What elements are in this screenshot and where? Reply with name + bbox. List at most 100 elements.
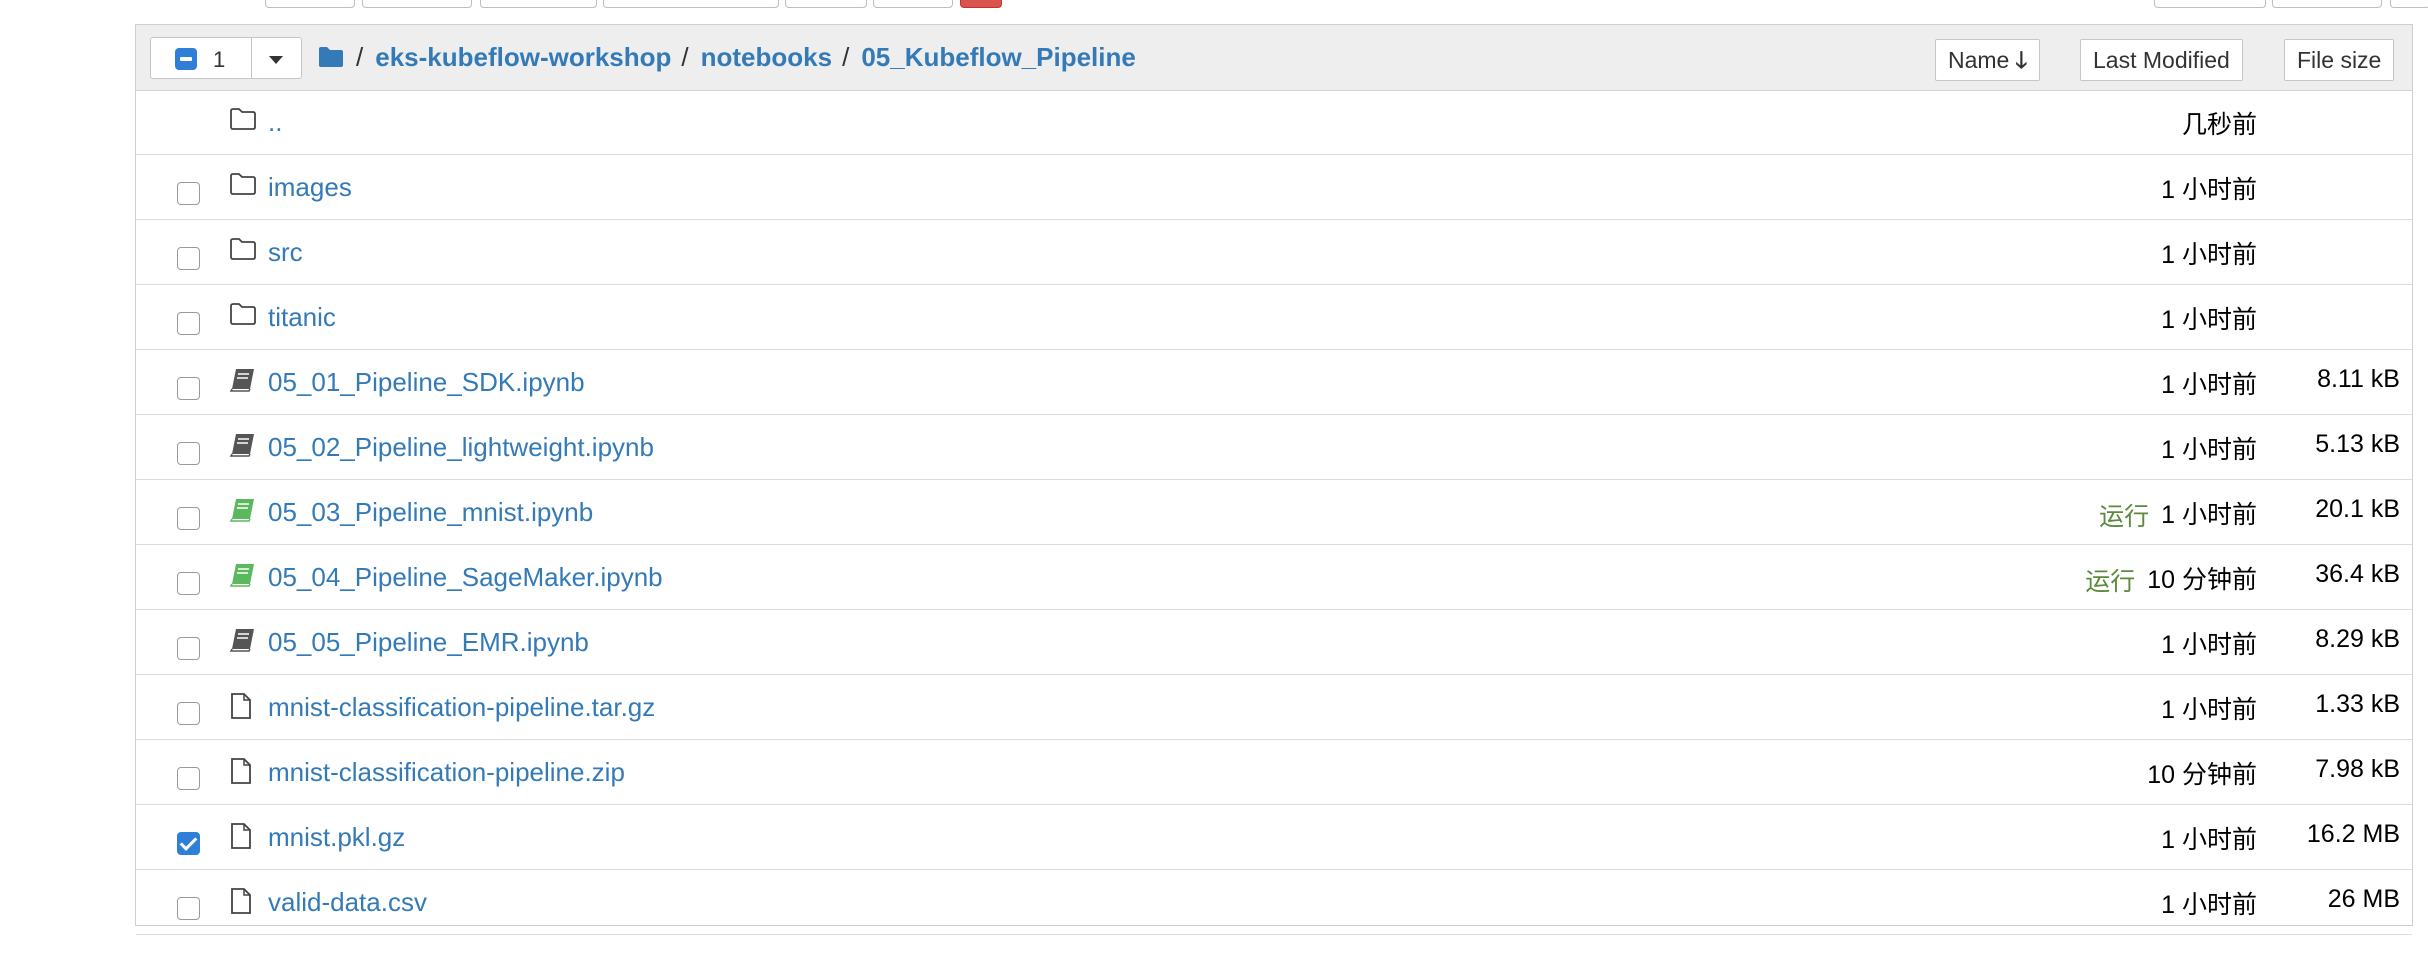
toolbar-button[interactable] [2390, 0, 2428, 8]
file-size: 36.4 kB [2315, 560, 2400, 588]
file-row[interactable]: mnist.pkl.gz 1 小时前 16.2 MB [136, 806, 2412, 870]
file-size: 20.1 kB [2315, 495, 2400, 523]
file-size: 8.29 kB [2315, 625, 2400, 653]
file-name-link[interactable]: mnist.pkl.gz [268, 822, 405, 853]
home-folder-icon[interactable] [318, 46, 344, 68]
folder-icon [229, 237, 257, 265]
file-icon [229, 822, 257, 850]
file-icon [229, 692, 257, 720]
row-checkbox[interactable] [177, 247, 200, 270]
file-name-link[interactable]: mnist-classification-pipeline.tar.gz [268, 692, 655, 723]
sort-size-label: File size [2297, 47, 2382, 73]
toolbar-button[interactable] [603, 0, 779, 8]
delete-button[interactable] [960, 0, 1002, 8]
select-all-dropdown[interactable]: 1 [150, 37, 302, 79]
notebook-icon [229, 432, 257, 460]
last-modified: 1 小时前 [2161, 631, 2257, 659]
breadcrumb: / eks-kubeflow-workshop / notebooks / 05… [318, 39, 1136, 75]
file-name-link[interactable]: .. [268, 107, 282, 138]
divider [251, 38, 252, 78]
file-name-link[interactable]: titanic [268, 302, 336, 333]
breadcrumb-link[interactable]: notebooks [701, 42, 832, 73]
toolbar-button[interactable] [2154, 0, 2266, 8]
partial-select-checkbox[interactable] [175, 48, 197, 70]
toolbar-button[interactable] [2272, 0, 2382, 8]
file-name-link[interactable]: 05_04_Pipeline_SageMaker.ipynb [268, 562, 663, 593]
last-modified: 1 小时前 [2161, 306, 2257, 334]
row-checkbox[interactable] [177, 312, 200, 335]
row-checkbox[interactable] [177, 897, 200, 920]
breadcrumb-separator: / [681, 41, 689, 72]
file-name-link[interactable]: 05_01_Pipeline_SDK.ipynb [268, 367, 585, 398]
row-checkbox[interactable] [177, 442, 200, 465]
file-icon [229, 887, 257, 915]
file-row[interactable]: mnist-classification-pipeline.zip 10 分钟前 7… [136, 741, 2412, 805]
file-size: 1.33 kB [2315, 690, 2400, 718]
last-modified: 1 小时前 [2161, 826, 2257, 854]
sort-by-modified-button[interactable]: Last Modified [2080, 39, 2243, 81]
file-name-link[interactable]: 05_02_Pipeline_lightweight.ipynb [268, 432, 654, 463]
running-status: 运行 [2099, 503, 2150, 531]
last-modified: 10 分钟前 [2147, 761, 2257, 789]
file-row[interactable]: 05_01_Pipeline_SDK.ipynb 1 小时前 8.11 kB [136, 351, 2412, 415]
row-checkbox[interactable] [177, 637, 200, 660]
file-name-link[interactable]: 05_05_Pipeline_EMR.ipynb [268, 627, 589, 658]
sort-by-size-button[interactable]: File size [2284, 39, 2395, 81]
sort-name-label: Name [1948, 47, 2010, 73]
row-checkbox[interactable] [177, 767, 200, 790]
breadcrumb-link[interactable]: eks-kubeflow-workshop [375, 42, 671, 73]
file-row[interactable]: .. 几秒前 [136, 91, 2412, 155]
file-row[interactable]: mnist-classification-pipeline.tar.gz 1 小时… [136, 676, 2412, 740]
row-checkbox[interactable] [177, 377, 200, 400]
chevron-down-icon[interactable] [269, 56, 283, 64]
file-row[interactable]: 05_03_Pipeline_mnist.ipynb 运行 1 小时前 20.1 kB [136, 481, 2412, 545]
last-modified: 10 分钟前 [2147, 566, 2257, 594]
file-name-link[interactable]: valid-data.csv [268, 887, 427, 918]
toolbar-button[interactable] [480, 0, 597, 8]
file-size: 8.11 kB [2317, 365, 2400, 393]
running-notebook-icon [229, 562, 257, 590]
last-modified: 1 小时前 [2161, 696, 2257, 724]
toolbar-button[interactable] [265, 0, 355, 8]
notebook-icon [229, 627, 257, 655]
row-checkbox[interactable] [177, 507, 200, 530]
sort-by-name-button[interactable]: Name 🡓 [1935, 39, 2041, 81]
last-modified: 1 小时前 [2161, 436, 2257, 464]
file-name-link[interactable]: mnist-classification-pipeline.zip [268, 757, 625, 788]
arrow-down-icon: 🡓 [2015, 47, 2028, 73]
last-modified: 1 小时前 [2161, 891, 2257, 919]
file-icon [229, 757, 257, 785]
folder-icon [229, 302, 257, 330]
row-checkbox[interactable] [177, 572, 200, 595]
file-name-link[interactable]: 05_03_Pipeline_mnist.ipynb [268, 497, 593, 528]
file-name-link[interactable]: src [268, 237, 303, 268]
file-size: 16.2 MB [2306, 820, 2400, 848]
last-modified: 1 小时前 [2161, 241, 2257, 269]
row-checkbox[interactable] [177, 182, 200, 205]
file-name-link[interactable]: images [268, 172, 352, 203]
file-size: 5.13 kB [2315, 430, 2400, 458]
running-status: 运行 [2085, 568, 2136, 596]
toolbar-button[interactable] [785, 0, 867, 8]
toolbar-button[interactable] [873, 0, 953, 8]
file-row[interactable]: images 1 小时前 [136, 156, 2412, 220]
last-modified: 几秒前 [2181, 111, 2257, 139]
file-row[interactable]: 05_05_Pipeline_EMR.ipynb 1 小时前 8.29 kB [136, 611, 2412, 675]
file-row[interactable]: titanic 1 小时前 [136, 286, 2412, 350]
file-row[interactable]: 05_02_Pipeline_lightweight.ipynb 1 小时前 5.1… [136, 416, 2412, 480]
file-row[interactable]: valid-data.csv 1 小时前 26 MB [136, 871, 2412, 935]
toolbar-button[interactable] [362, 0, 472, 8]
folder-icon [229, 172, 257, 200]
last-modified: 1 小时前 [2161, 176, 2257, 204]
breadcrumb-link[interactable]: 05_Kubeflow_Pipeline [861, 42, 1136, 73]
row-checkbox[interactable] [177, 702, 200, 725]
breadcrumb-separator: / [842, 41, 850, 72]
file-row[interactable]: 05_04_Pipeline_SageMaker.ipynb 运行 10 分钟前 36… [136, 546, 2412, 610]
top-toolbar [0, 0, 2428, 10]
folder-icon [229, 107, 257, 135]
breadcrumb-separator: / [356, 41, 364, 72]
last-modified: 1 小时前 [2161, 371, 2257, 399]
file-row[interactable]: src 1 小时前 [136, 221, 2412, 285]
row-checkbox[interactable] [177, 832, 200, 855]
file-list-header: 1 / eks-kubeflow-workshop / notebooks / … [136, 25, 2412, 91]
